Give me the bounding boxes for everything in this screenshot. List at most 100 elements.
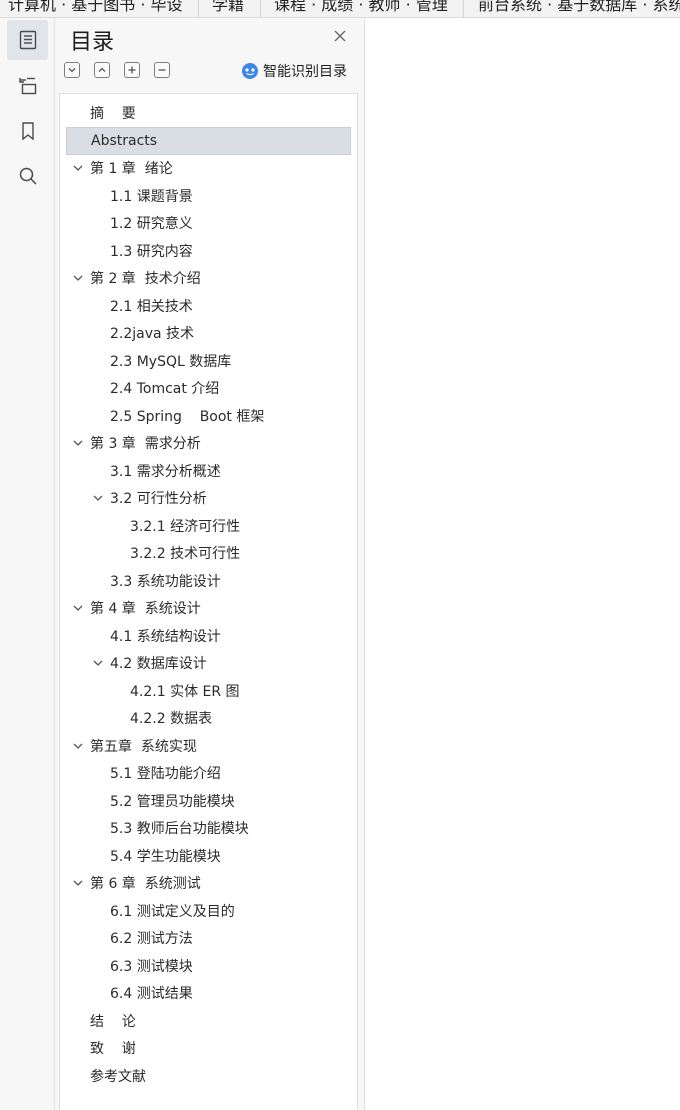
toc-entry[interactable]: 2.5 Spring Boot 框架 bbox=[66, 402, 351, 430]
chevron-down-icon[interactable] bbox=[92, 657, 104, 669]
toc-tree: 摘 要 Abstracts 第 1 章 绪论 1.1 课题背景 1.2 研究意义 1.3 … bbox=[59, 93, 358, 1110]
toc-icon bbox=[19, 30, 36, 50]
toc-entry[interactable]: 3.2.1 经济可行性 bbox=[66, 512, 351, 540]
toc-entry-label: 参考文献 bbox=[90, 1068, 146, 1085]
toc-entry-label: 第五章 系统实现 bbox=[90, 738, 197, 755]
top-tab-fragment[interactable]: 课程 · 成绩 · 教师 · 管理 bbox=[274, 0, 448, 15]
toc-entry[interactable]: 1.2 研究意义 bbox=[66, 209, 351, 237]
left-icon-rail bbox=[0, 18, 55, 1110]
toc-entry-label: 3.2 可行性分析 bbox=[110, 491, 207, 507]
add-entry-button[interactable] bbox=[124, 62, 140, 78]
chevron-down-icon[interactable] bbox=[92, 492, 104, 504]
chevron-down-icon bbox=[68, 68, 76, 73]
top-tab-strip: 计算机 · 基于图书 · 毕设 学籍 课程 · 成绩 · 教师 · 管理 前台系… bbox=[0, 0, 680, 18]
search-icon bbox=[19, 167, 37, 185]
toc-entry[interactable]: 结 论 bbox=[66, 1007, 351, 1035]
toc-entry[interactable]: 4.2.1 实体 ER 图 bbox=[66, 677, 351, 705]
toc-tab-button[interactable] bbox=[7, 20, 48, 60]
panel-title: 目录 bbox=[70, 30, 115, 55]
toc-entry[interactable]: 2.3 MySQL 数据库 bbox=[66, 347, 351, 375]
toc-entry-label: 2.1 相关技术 bbox=[110, 298, 193, 315]
toc-entry-label: 6.4 测试结果 bbox=[110, 986, 193, 1002]
smart-recognize-toc-button[interactable]: 智能识别目录 bbox=[241, 60, 347, 82]
document-view bbox=[366, 18, 680, 1110]
tab-divider bbox=[260, 0, 261, 17]
toc-entry[interactable]: 参考文献 bbox=[66, 1062, 351, 1090]
toc-entry-label: 1.1 课题背景 bbox=[110, 188, 193, 205]
toc-entry[interactable]: 1.1 课题背景 bbox=[66, 182, 351, 210]
toc-entry-label: 4.2 数据库设计 bbox=[110, 656, 207, 672]
toc-entry-label: 3.2.1 经济可行性 bbox=[130, 518, 241, 535]
toc-entry[interactable]: Abstracts bbox=[66, 126, 351, 155]
toc-entry-label: 结 论 bbox=[90, 1013, 136, 1030]
top-tab-fragment[interactable]: 计算机 · 基于图书 · 毕设 bbox=[8, 0, 183, 15]
toc-entry[interactable]: 5.4 学生功能模块 bbox=[66, 842, 351, 870]
toc-entry[interactable]: 6.4 测试结果 bbox=[66, 979, 351, 1007]
toc-entry-label: 5.1 登陆功能介绍 bbox=[110, 766, 221, 782]
toc-entry[interactable]: 6.3 测试模块 bbox=[66, 952, 351, 980]
toc-entry-label: 第 6 章 系统测试 bbox=[90, 876, 201, 892]
toc-entry-label: 5.2 管理员功能模块 bbox=[110, 793, 235, 810]
toc-entry[interactable]: 4.1 系统结构设计 bbox=[66, 622, 351, 650]
toc-entry[interactable]: 4.2.2 数据表 bbox=[66, 704, 351, 732]
bookmark-tab-button[interactable] bbox=[7, 111, 48, 151]
toc-entry-label: 5.3 教师后台功能模块 bbox=[110, 821, 249, 837]
toc-entry-label: 1.3 研究内容 bbox=[110, 243, 193, 260]
toc-entry-label: 4.2.2 数据表 bbox=[130, 711, 213, 727]
toc-entry[interactable]: 6.2 测试方法 bbox=[66, 924, 351, 952]
collapse-all-button[interactable] bbox=[94, 62, 110, 78]
toc-entry-label: 6.1 测试定义及目的 bbox=[110, 903, 235, 920]
toc-panel: 目录 智能识别目录 摘 要 Abstracts 第 1 章 绪论 1.1 课题背景 1.… bbox=[55, 18, 365, 1110]
toc-entry[interactable]: 5.1 登陆功能介绍 bbox=[66, 759, 351, 787]
toc-entry[interactable]: 第五章 系统实现 bbox=[66, 732, 351, 760]
smart-recognize-label: 智能识别目录 bbox=[263, 64, 347, 80]
toc-entry[interactable]: 第 4 章 系统设计 bbox=[66, 594, 351, 622]
toc-entry[interactable]: 5.3 教师后台功能模块 bbox=[66, 814, 351, 842]
toc-entry[interactable]: 第 6 章 系统测试 bbox=[66, 869, 351, 897]
toc-entry-label: 3.1 需求分析概述 bbox=[110, 463, 221, 480]
toc-entry-label: 2.5 Spring Boot 框架 bbox=[110, 408, 265, 425]
top-tab-fragment[interactable]: 前台系统 · 基于数据库 · 系统 bbox=[478, 0, 680, 15]
bookmark-list-tab-button[interactable] bbox=[7, 66, 48, 106]
toc-entry[interactable]: 3.2.2 技术可行性 bbox=[66, 539, 351, 567]
expand-all-button[interactable] bbox=[64, 62, 80, 78]
chevron-up-icon bbox=[98, 67, 106, 72]
chevron-down-icon[interactable] bbox=[72, 602, 84, 614]
toc-entry-label: 2.2java 技术 bbox=[110, 326, 195, 342]
toc-entry[interactable]: 6.1 测试定义及目的 bbox=[66, 897, 351, 925]
toc-entry-label: Abstracts bbox=[91, 132, 158, 149]
bookmark-list-icon bbox=[18, 77, 36, 95]
toc-entry[interactable]: 3.2 可行性分析 bbox=[66, 484, 351, 512]
remove-entry-button[interactable] bbox=[154, 62, 170, 78]
toc-entry-label: 2.4 Tomcat 介绍 bbox=[110, 381, 220, 397]
toc-entry[interactable]: 第 2 章 技术介绍 bbox=[66, 264, 351, 292]
chevron-down-icon[interactable] bbox=[72, 877, 84, 889]
toc-entry[interactable]: 第 1 章 绪论 bbox=[66, 154, 351, 182]
toc-entry[interactable]: 摘 要 bbox=[66, 99, 351, 127]
toc-entry-label: 4.1 系统结构设计 bbox=[110, 628, 221, 645]
toc-entry[interactable]: 3.1 需求分析概述 bbox=[66, 457, 351, 485]
toc-entry[interactable]: 2.1 相关技术 bbox=[66, 292, 351, 320]
chevron-down-icon[interactable] bbox=[72, 740, 84, 752]
toc-entry-label: 6.2 测试方法 bbox=[110, 931, 193, 947]
toc-entry[interactable]: 1.3 研究内容 bbox=[66, 237, 351, 265]
chevron-down-icon[interactable] bbox=[72, 162, 84, 174]
search-tab-button[interactable] bbox=[7, 156, 48, 196]
chevron-down-icon[interactable] bbox=[72, 437, 84, 449]
toc-entry[interactable]: 3.3 系统功能设计 bbox=[66, 567, 351, 595]
toc-entry[interactable]: 致 谢 bbox=[66, 1034, 351, 1062]
toc-entry-label: 第 1 章 绪论 bbox=[90, 161, 173, 177]
smart-ai-icon bbox=[242, 63, 258, 79]
toc-entry-label: 2.3 MySQL 数据库 bbox=[110, 353, 232, 370]
toc-entry-label: 摘 要 bbox=[90, 106, 136, 122]
toc-entry-label: 3.2.2 技术可行性 bbox=[130, 546, 241, 562]
toc-entry[interactable]: 4.2 数据库设计 bbox=[66, 649, 351, 677]
toc-entry[interactable]: 5.2 管理员功能模块 bbox=[66, 787, 351, 815]
top-tab-fragment[interactable]: 学籍 bbox=[212, 0, 244, 15]
toc-entry[interactable]: 2.2java 技术 bbox=[66, 319, 351, 347]
chevron-down-icon[interactable] bbox=[72, 272, 84, 284]
toc-entry[interactable]: 第 3 章 需求分析 bbox=[66, 429, 351, 457]
close-icon[interactable] bbox=[331, 27, 349, 45]
toc-entry-label: 第 4 章 系统设计 bbox=[90, 601, 201, 617]
toc-entry[interactable]: 2.4 Tomcat 介绍 bbox=[66, 374, 351, 402]
